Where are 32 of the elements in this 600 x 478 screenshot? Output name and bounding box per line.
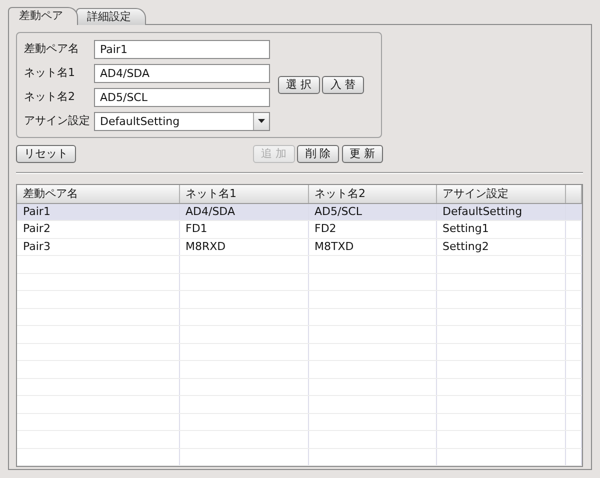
setting-dropdown[interactable]: DefaultSetting: [94, 112, 270, 130]
table-cell: Pair3: [17, 238, 179, 256]
column-header[interactable]: アサイン設定: [436, 185, 565, 203]
table-cell: Setting1: [436, 220, 565, 238]
table-cell: AD4/SDA: [179, 203, 308, 220]
table-cell: FD2: [308, 220, 436, 238]
table-cell: Pair2: [17, 220, 179, 238]
field-label: アサイン設定: [24, 112, 91, 129]
action-button[interactable]: 選 択: [278, 76, 320, 94]
table-cell: AD5/SCL: [308, 203, 436, 220]
field-label: ネット名1: [24, 64, 76, 81]
table-cell: Setting2: [436, 238, 565, 256]
action-button[interactable]: 入 替: [322, 76, 364, 94]
table-cell: M8RXD: [179, 238, 308, 256]
table-cell: M8TXD: [308, 238, 436, 256]
reset-button[interactable]: リセット: [16, 145, 76, 163]
input-field[interactable]: Pair1: [94, 40, 270, 58]
table-cell: Pair1: [17, 203, 179, 220]
dropdown-arrow-icon: [258, 119, 265, 123]
column-header[interactable]: ネット名2: [308, 185, 436, 203]
input-field[interactable]: AD4/SDA: [94, 64, 270, 82]
field-label: ネット名2: [24, 88, 76, 105]
input-field[interactable]: AD5/SCL: [94, 88, 270, 106]
field-label: 差動ペア名: [24, 40, 80, 57]
action-button[interactable]: 更 新: [342, 145, 383, 163]
column-header[interactable]: 差動ペア名: [17, 185, 179, 203]
tab[interactable]: 詳細設定: [76, 8, 146, 25]
tab[interactable]: 差動ペア: [8, 7, 78, 25]
table-cell: FD1: [179, 220, 308, 238]
table-cell: DefaultSetting: [436, 203, 565, 220]
column-header[interactable]: ネット名1: [179, 185, 308, 203]
action-button[interactable]: 削 除: [297, 145, 339, 163]
